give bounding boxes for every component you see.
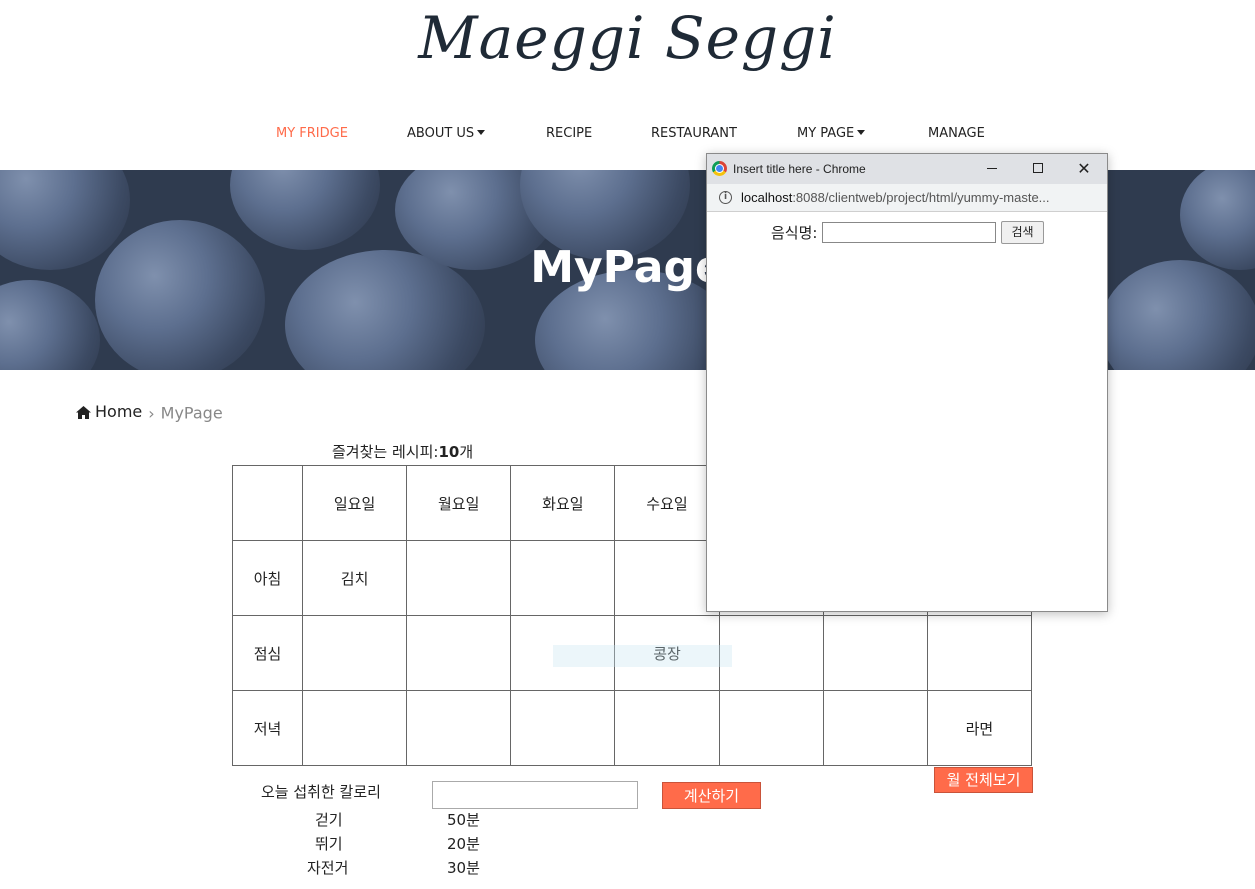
meal-cell[interactable]: 라면: [926, 690, 1033, 766]
meal-cell[interactable]: [301, 615, 408, 691]
meal-cell[interactable]: [510, 540, 616, 616]
meal-cell[interactable]: [718, 615, 824, 691]
meal-cell[interactable]: [822, 615, 928, 691]
meal-cell[interactable]: [614, 540, 720, 616]
calorie-input[interactable]: [432, 781, 638, 809]
minimize-icon: [987, 168, 997, 169]
home-icon: [76, 405, 91, 419]
table-row: 저녁 라면: [232, 690, 1033, 766]
caret-down-icon: [857, 130, 866, 135]
maximize-button[interactable]: [1015, 154, 1061, 184]
popup-titlebar[interactable]: Insert title here - Chrome ✕: [707, 154, 1107, 184]
meal-cell[interactable]: [510, 690, 616, 766]
view-month-button[interactable]: 월 전체보기: [934, 767, 1033, 793]
favorite-label: 즐겨찾는 레시피:: [332, 443, 439, 461]
close-icon: ✕: [1077, 159, 1091, 178]
nav-recipe[interactable]: RECIPE: [546, 120, 592, 148]
site-logo[interactable]: Maeggi Seggi: [0, 0, 1255, 76]
favorite-recipes-count: 즐겨찾는 레시피:10개: [332, 441, 473, 463]
meal-cell[interactable]: [718, 690, 824, 766]
food-name-input[interactable]: [822, 222, 996, 243]
minimize-button[interactable]: [969, 154, 1015, 184]
meal-label: 저녁: [232, 690, 303, 766]
maximize-icon: [1033, 163, 1043, 173]
nav-about-us-label: ABOUT US: [407, 126, 475, 141]
popup-window: Insert title here - Chrome ✕ i localhost…: [706, 153, 1108, 612]
search-button[interactable]: 검색: [1001, 221, 1044, 244]
chevron-right-icon: ›: [148, 403, 155, 423]
url-path: :8088/clientweb/project/html/yummy-maste…: [792, 190, 1050, 205]
breadcrumb-current: MyPage: [160, 403, 223, 423]
nav-about-us[interactable]: ABOUT US: [407, 120, 486, 148]
main-nav: MY FRIDGE ABOUT US RECIPE RESTAURANT MY …: [0, 120, 1255, 148]
calculate-button[interactable]: 계산하기: [662, 782, 761, 809]
meal-cell[interactable]: [822, 690, 928, 766]
meal-cell[interactable]: [614, 690, 720, 766]
url-host: localhost: [741, 190, 793, 205]
popup-address-bar[interactable]: i localhost:8088/clientweb/project/html/…: [707, 184, 1107, 212]
exercise-name: 뛰기: [315, 835, 343, 853]
meal-cell[interactable]: 김치: [301, 540, 408, 616]
table-corner-cell: [232, 465, 303, 541]
breadcrumb-home[interactable]: Home: [76, 400, 142, 424]
popup-content: 음식명: 검색: [707, 212, 1107, 611]
meal-label: 아침: [232, 540, 303, 616]
info-icon[interactable]: i: [719, 191, 732, 204]
exercise-time: 30분: [447, 859, 480, 877]
nav-restaurant[interactable]: RESTAURANT: [651, 120, 737, 148]
exercise-time: 20분: [447, 835, 480, 853]
meal-cell[interactable]: [301, 690, 408, 766]
nav-my-page[interactable]: MY PAGE: [797, 120, 866, 148]
day-header: 일요일: [301, 465, 408, 541]
favorite-count: 10: [438, 443, 460, 461]
caret-down-icon: [477, 130, 486, 135]
popup-url: localhost:8088/clientweb/project/html/yu…: [741, 184, 1091, 212]
meal-cell[interactable]: [406, 540, 512, 616]
meal-cell[interactable]: [926, 615, 1033, 691]
exercise-time: 50분: [447, 811, 480, 829]
breadcrumb-home-label: Home: [95, 402, 143, 421]
breadcrumb: Home › MyPage: [76, 400, 223, 426]
food-name-label: 음식명:: [771, 224, 818, 242]
meal-label: 점심: [232, 615, 303, 691]
exercise-name: 걷기: [315, 811, 343, 829]
faded-tooltip: [553, 645, 732, 667]
meal-cell[interactable]: [406, 690, 512, 766]
nav-manage[interactable]: MANAGE: [928, 120, 985, 148]
nav-my-page-label: MY PAGE: [797, 126, 855, 141]
day-header: 월요일: [406, 465, 512, 541]
exercise-name: 자전거: [307, 859, 349, 877]
day-header: 화요일: [510, 465, 616, 541]
close-button[interactable]: ✕: [1061, 154, 1107, 184]
nav-my-fridge[interactable]: MY FRIDGE: [276, 120, 348, 148]
favorite-unit: 개: [459, 443, 474, 461]
calorie-label: 오늘 섭취한 칼로리: [261, 783, 381, 801]
day-header: 수요일: [614, 465, 720, 541]
popup-title: Insert title here - Chrome: [733, 162, 866, 176]
chrome-icon: [712, 161, 727, 176]
meal-cell[interactable]: [406, 615, 512, 691]
